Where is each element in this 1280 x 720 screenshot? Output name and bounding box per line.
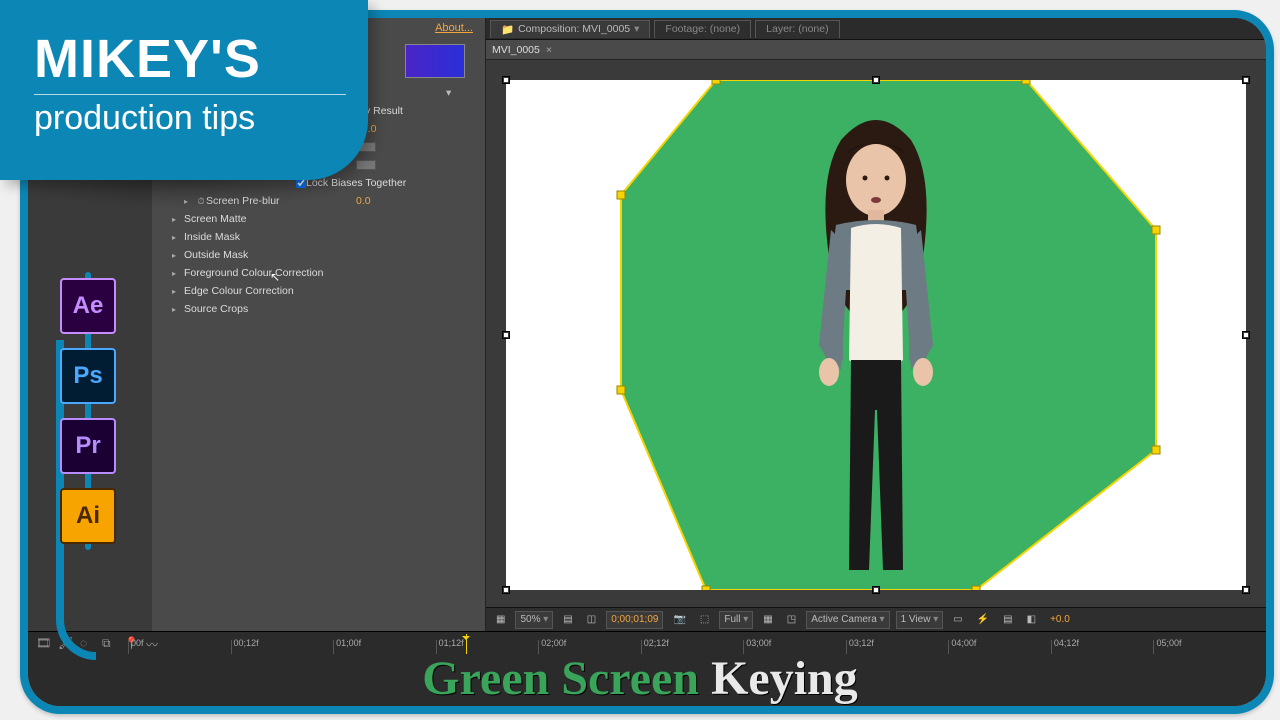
viewer-tab-bar: 📁 Composition: MVI_0005 ▾ Footage: (none… [486, 18, 1266, 40]
tab-composition[interactable]: 📁 Composition: MVI_0005 ▾ [490, 20, 650, 38]
transform-handle[interactable] [873, 587, 879, 593]
property-label: Outside Mask [184, 249, 334, 261]
app-icon-photoshop: Ps [60, 348, 116, 404]
effect-property[interactable]: Outside Mask [156, 246, 477, 264]
clone-icon[interactable]: ⧉ [102, 636, 118, 652]
badge-title: MIKEY'S [34, 32, 346, 86]
talent-figure [791, 110, 961, 580]
twirl-icon[interactable] [172, 267, 184, 279]
property-label: Screen Matte [184, 213, 334, 225]
twirl-icon[interactable] [172, 303, 184, 315]
close-icon[interactable]: × [546, 44, 552, 56]
video-title: Green Screen Keying [0, 651, 1280, 706]
badge-shadow [10, 180, 360, 210]
effect-property[interactable]: Screen Matte [156, 210, 477, 228]
comp-name-tab[interactable]: MVI_0005× [486, 40, 1266, 60]
zoom-dropdown[interactable]: 50% [515, 611, 553, 629]
camera-dropdown[interactable]: Active Camera [806, 611, 889, 629]
transparency-grid-icon[interactable]: ▦ [759, 611, 776, 629]
timeline-icon[interactable]: ▤ [999, 611, 1016, 629]
property-dropdown[interactable]: ▾ [446, 87, 451, 99]
twirl-icon[interactable] [172, 285, 184, 297]
effect-property[interactable]: Inside Mask [156, 228, 477, 246]
current-time[interactable]: 0;00;01;09 [606, 611, 663, 629]
transform-handle[interactable] [1243, 332, 1249, 338]
transform-handle[interactable] [503, 332, 509, 338]
composition-canvas[interactable] [506, 80, 1246, 590]
property-label: Foreground Colour Correction [184, 267, 334, 279]
viewer-footer-bar: ▦ 50% ▤ ◫ 0;00;01;09 📷 ⬚ Full ▦ ◳ Active… [486, 607, 1266, 631]
viewer-menu-icon[interactable]: ▦ [492, 611, 509, 629]
app-icon-after-effects: Ae [60, 278, 116, 334]
region-icon[interactable]: ⬚ [696, 611, 713, 629]
badge-subtitle: production tips [34, 99, 346, 138]
twirl-icon[interactable] [172, 231, 184, 243]
about-link[interactable]: About... [435, 22, 473, 34]
pixel-aspect-icon[interactable]: ▭ [949, 611, 966, 629]
transform-handle[interactable] [1243, 77, 1249, 83]
flowchart-icon[interactable]: ◧ [1023, 611, 1040, 629]
tab-layer[interactable]: Layer: (none) [755, 20, 839, 38]
tab-footage[interactable]: Footage: (none) [654, 20, 751, 38]
render-queue-icon[interactable]: 🎞 [36, 636, 52, 652]
viewport[interactable] [486, 62, 1266, 607]
grid-icon[interactable]: ◫ [583, 611, 600, 629]
transform-handle[interactable] [1243, 587, 1249, 593]
resolution-dropdown[interactable]: Full [719, 611, 753, 629]
snapshot-icon[interactable]: 📷 [669, 611, 689, 629]
transform-handle[interactable] [503, 77, 509, 83]
twirl-icon[interactable] [172, 213, 184, 225]
property-label: Edge Colour Correction [184, 285, 334, 297]
property-label: Inside Mask [184, 231, 334, 243]
adobe-apps-rail: Ae Ps Pr Ai [60, 278, 116, 544]
app-icon-illustrator: Ai [60, 488, 116, 544]
3d-view-icon[interactable]: ◳ [783, 611, 800, 629]
property-label: Source Crops [184, 303, 334, 315]
screen-color-swatch[interactable] [405, 44, 465, 78]
color-chip[interactable] [356, 160, 376, 170]
twirl-icon[interactable] [172, 249, 184, 261]
fast-previews-icon[interactable]: ⚡ [973, 611, 993, 629]
composition-viewer: 📁 Composition: MVI_0005 ▾ Footage: (none… [486, 18, 1266, 631]
transform-handle[interactable] [873, 77, 879, 83]
channel-icon[interactable]: ▤ [559, 611, 576, 629]
exposure-value[interactable]: +0.0 [1046, 611, 1074, 629]
effect-property[interactable]: Edge Colour Correction [156, 282, 477, 300]
channel-badge: MIKEY'S production tips [0, 0, 368, 180]
app-icon-premiere: Pr [60, 418, 116, 474]
transform-handle[interactable] [503, 587, 509, 593]
effect-property[interactable]: Foreground Colour Correction [156, 264, 477, 282]
views-dropdown[interactable]: 1 View [896, 611, 944, 629]
effect-property[interactable]: Source Crops [156, 300, 477, 318]
